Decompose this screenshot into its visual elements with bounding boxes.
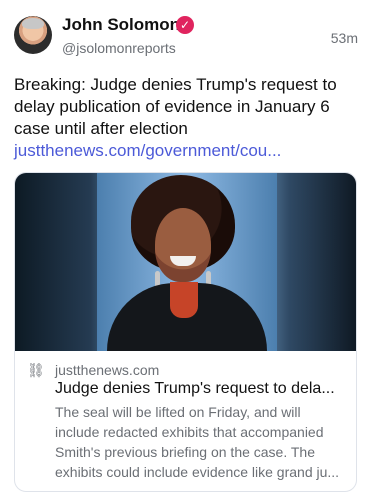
link-preview-card[interactable]: ⛓ justthenews.com Judge denies Trump's r… — [14, 172, 357, 492]
link-icon: ⛓ — [27, 362, 45, 378]
post-time: 53m — [330, 30, 358, 46]
author-name[interactable]: John Solomon — [62, 15, 180, 35]
portrait-face — [155, 208, 211, 282]
post-body: Breaking: Judge denies Trump's request t… — [14, 75, 337, 138]
post-text: Breaking: Judge denies Trump's request t… — [14, 74, 357, 162]
social-post: John Solomon ✓ @jsolomonreports 53m Brea… — [0, 0, 372, 500]
post-link[interactable]: justthenews.com/government/cou... — [14, 141, 281, 160]
author-avatar[interactable] — [14, 16, 52, 54]
author-handle[interactable]: @jsolomonreports — [62, 40, 176, 56]
verified-badge-icon: ✓ — [176, 16, 194, 34]
card-description: The seal will be lifted on Friday, and w… — [55, 404, 340, 480]
link-preview-image — [15, 173, 356, 351]
portrait-collar — [170, 282, 198, 318]
portrait-photo — [97, 173, 277, 351]
card-domain: justthenews.com — [55, 362, 160, 378]
card-title[interactable]: Judge denies Trump's request to dela... — [55, 380, 347, 398]
